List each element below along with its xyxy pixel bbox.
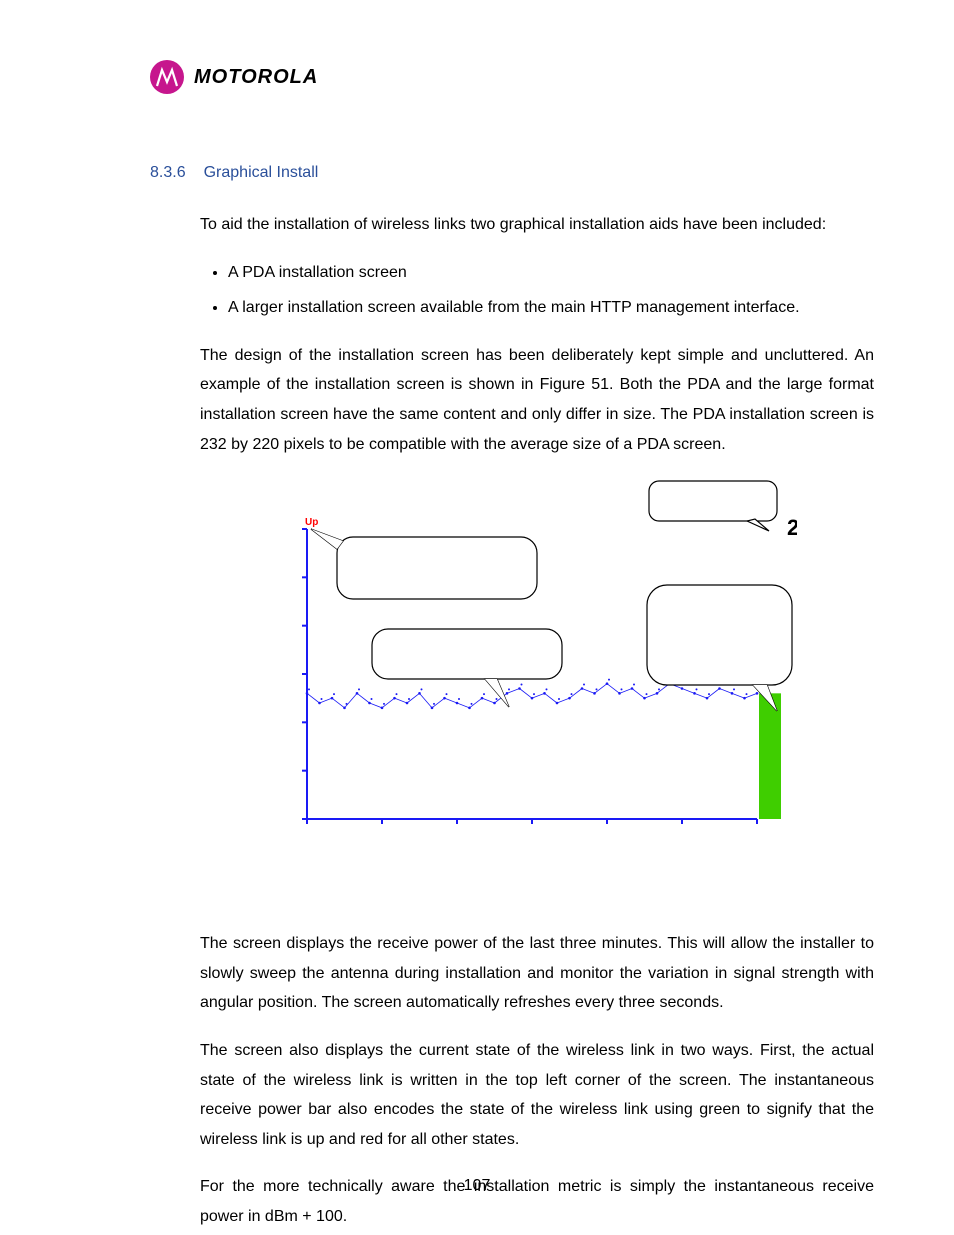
svg-text:Up: Up bbox=[305, 517, 318, 528]
page-number: 107 bbox=[0, 1177, 954, 1195]
section-number: 8.3.6 bbox=[150, 164, 186, 182]
section-title: Graphical Install bbox=[204, 164, 319, 182]
list-item: A larger installation screen available f… bbox=[228, 293, 874, 323]
list-item: A PDA installation screen bbox=[228, 258, 874, 288]
paragraph-receive-power: The screen displays the receive power of… bbox=[200, 929, 874, 1018]
paragraph-design: The design of the installation screen ha… bbox=[200, 341, 874, 459]
brand-logo: MOTOROLA bbox=[150, 60, 894, 94]
section-heading: 8.3.6 Graphical Install bbox=[150, 164, 894, 182]
paragraph-intro: To aid the installation of wireless link… bbox=[200, 210, 874, 240]
install-screen-figure: Up 26 bbox=[277, 479, 797, 869]
paragraph-link-state: The screen also displays the current sta… bbox=[200, 1036, 874, 1154]
motorola-logo-icon bbox=[150, 60, 184, 94]
brand-name: MOTOROLA bbox=[194, 66, 318, 89]
svg-text:26: 26 bbox=[787, 515, 797, 540]
bullet-list: A PDA installation screen A larger insta… bbox=[200, 258, 874, 323]
